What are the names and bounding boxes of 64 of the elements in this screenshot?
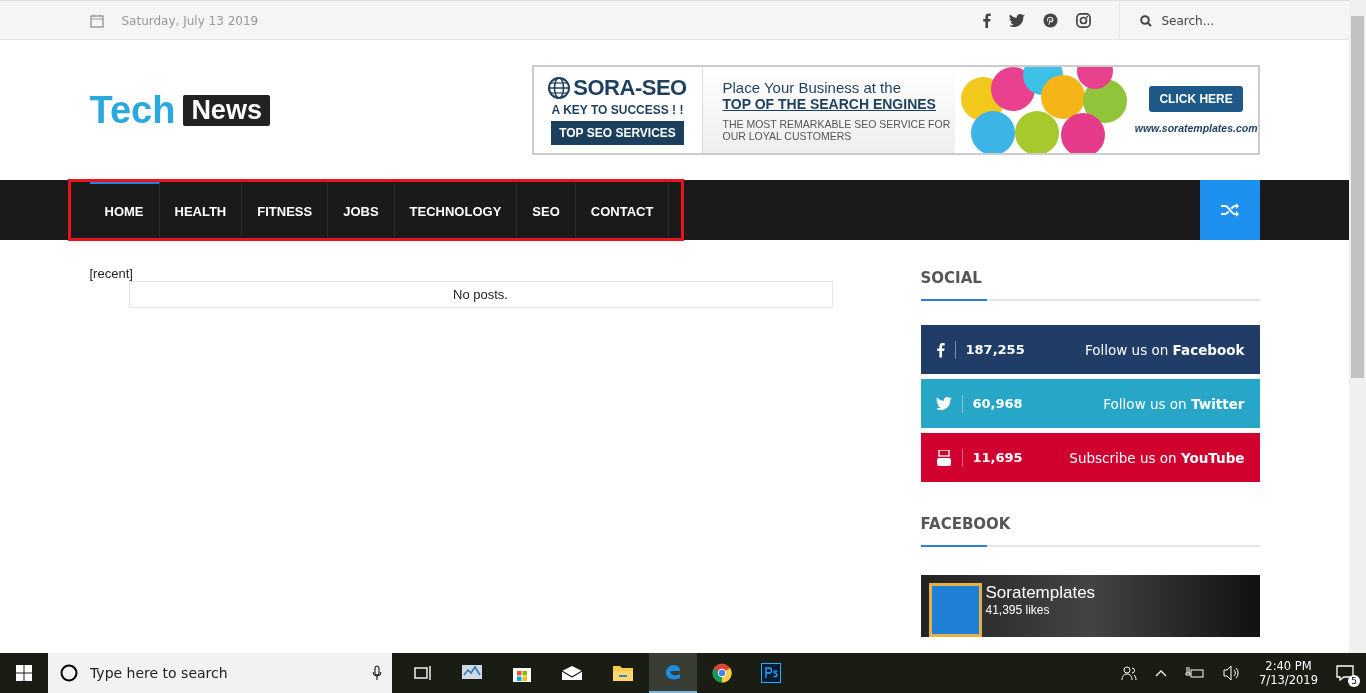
search-icon <box>1139 14 1152 27</box>
banner-subline: THE MOST REMARKABLE SEO SERVICE FOR OUR LOYAL CUSTOMERS <box>722 117 952 142</box>
banner-tagline: A KEY TO SUCCESS ! ! <box>551 103 684 117</box>
twitter-icon <box>935 397 952 410</box>
nav-item[interactable]: TECHNOLOGY <box>394 182 518 238</box>
mail-icon[interactable] <box>561 665 583 681</box>
widget-title: SOCIAL <box>920 269 982 287</box>
chrome-icon[interactable] <box>712 663 732 683</box>
cortana-icon <box>60 664 78 682</box>
empty-message: No posts. <box>128 281 833 308</box>
social-counter[interactable]: 11,695 Subscribe us on YouTube <box>920 433 1260 482</box>
follow-text: Follow us on Twitter <box>1103 395 1245 412</box>
facebook-icon[interactable] <box>981 13 991 28</box>
follower-count: 11,695 <box>972 450 1023 465</box>
nav-item[interactable]: FITNESS <box>242 182 329 238</box>
follower-count: 60,968 <box>972 396 1023 411</box>
clock-time[interactable]: 2:40 PM <box>1265 659 1312 673</box>
folder-icon[interactable] <box>612 664 634 682</box>
follower-count: 187,255 <box>965 342 1025 357</box>
taskbar-search-box[interactable]: Type here to search <box>48 653 392 693</box>
widget-title: FACEBOOK <box>920 515 1011 533</box>
likes-count: 41,395 likes <box>985 603 1051 617</box>
task-view-icon[interactable] <box>414 665 432 681</box>
social-counter[interactable]: 187,255 Follow us on Facebook <box>920 325 1260 374</box>
shortcode-text: [recent] <box>89 266 134 281</box>
logo-badge[interactable]: News <box>183 94 270 126</box>
search-field[interactable]: Search... <box>1159 12 1259 29</box>
banner-url: www.soratemplates.com <box>1134 122 1258 134</box>
page-logo-placeholder <box>928 583 982 637</box>
nav-item[interactable]: HOME <box>89 182 160 238</box>
banner-brand: SORA-SEO <box>573 75 687 101</box>
notification-count: 5 <box>1348 675 1360 687</box>
instagram-icon[interactable] <box>1075 13 1091 28</box>
photoshop-icon[interactable] <box>761 663 781 683</box>
volume-icon[interactable] <box>1223 665 1242 681</box>
shuffle-icon <box>1219 202 1240 218</box>
scrollbar[interactable] <box>1349 0 1366 653</box>
banner-ribbon: TOP SEO SERVICES <box>551 121 684 145</box>
follow-text: Subscribe us on YouTube <box>1069 449 1245 466</box>
follow-text: Follow us on Facebook <box>1085 341 1245 358</box>
nav-item[interactable]: HEALTH <box>159 182 243 238</box>
nav-item[interactable]: SEO <box>517 182 576 238</box>
facebook-icon <box>935 341 945 358</box>
edge-browser-icon[interactable] <box>663 662 683 682</box>
nav-item[interactable]: JOBS <box>328 182 395 238</box>
taskbar-search-field[interactable]: Type here to search <box>88 664 362 682</box>
microphone-icon[interactable] <box>372 665 382 681</box>
facebook-page-cover[interactable]: Soratemplates 41,395 likes <box>920 575 1260 637</box>
windows-start-icon[interactable] <box>16 665 32 681</box>
notification-icon[interactable] <box>1336 665 1354 681</box>
click-here-button[interactable]: CLICK HERE <box>1149 86 1243 112</box>
date-text: Saturday, July 13 2019 <box>121 13 259 28</box>
globe-icon <box>548 77 571 99</box>
people-icon[interactable] <box>1121 665 1138 681</box>
page-name[interactable]: Soratemplates <box>985 583 1096 603</box>
twitter-icon[interactable] <box>1008 14 1025 27</box>
calendar-icon <box>89 13 104 28</box>
pinterest-icon[interactable] <box>1042 13 1058 28</box>
chevron-up-icon[interactable] <box>1155 669 1168 677</box>
banner-headline: TOP OF THE SEARCH ENGINES <box>722 95 937 112</box>
ad-banner[interactable]: SORA-SEO A KEY TO SUCCESS ! ! TOP SEO SERVICES Place Your Business at the TOP OF THE SEARCH ENGINES THE MOST REMARKABLE SEO SERVICE FOR OUR LOYAL CUSTOMERS CLICK HERE www.soratemplates.com <box>531 65 1260 155</box>
clock-date[interactable]: 7/13/2019 <box>1259 673 1318 687</box>
nav-item[interactable]: CONTACT <box>575 182 670 238</box>
banner-headline: Place Your Business at the <box>722 78 902 96</box>
